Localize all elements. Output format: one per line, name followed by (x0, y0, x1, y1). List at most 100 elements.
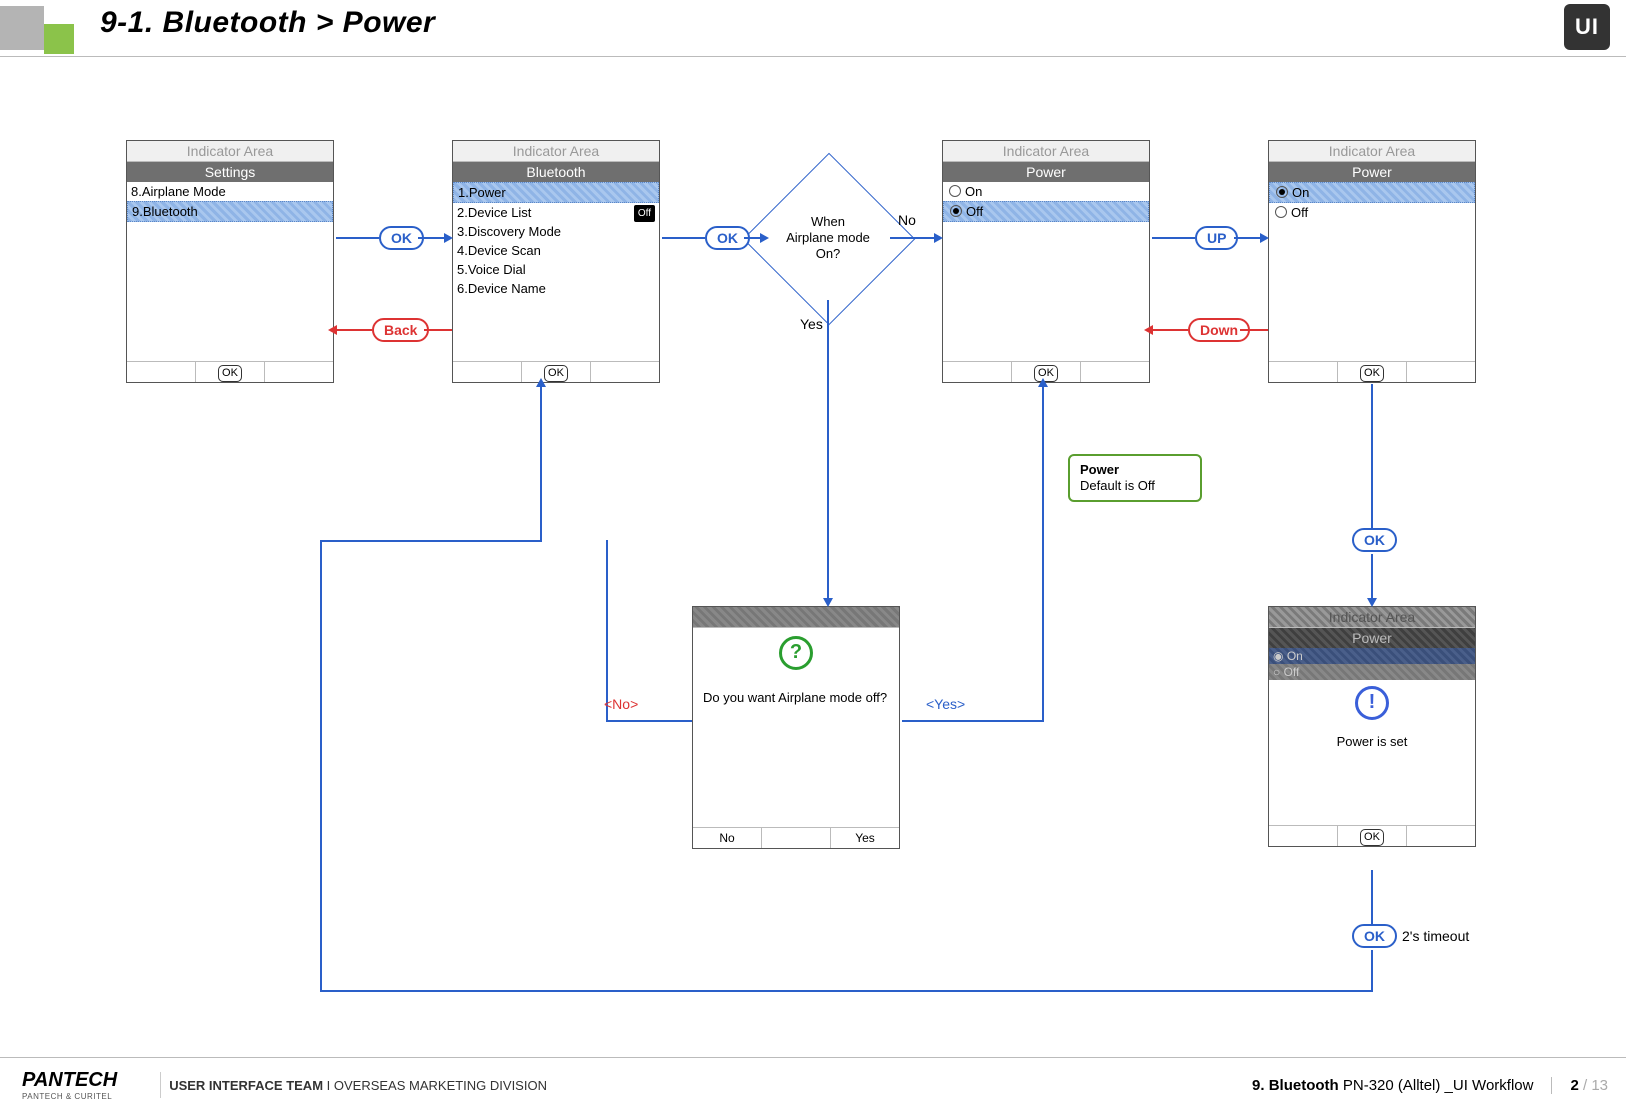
flow-line (606, 720, 692, 722)
flow-line (662, 237, 705, 239)
flow-line (320, 990, 1373, 992)
arrow-right-icon (760, 233, 769, 243)
pill-up[interactable]: UP (1195, 226, 1238, 250)
softkey-ok[interactable]: OK (1360, 365, 1384, 382)
dim-option-on: ◉ On (1269, 648, 1475, 664)
option-label: Off (966, 204, 983, 219)
pill-back[interactable]: Back (372, 318, 429, 342)
confirm-message: Power is set (1269, 734, 1475, 749)
arrow-right-icon (934, 233, 943, 243)
screen-title-dim: Power (1269, 628, 1475, 648)
answer-no: <No> (604, 696, 638, 712)
radio-option-off-selected[interactable]: Off (943, 201, 1149, 222)
arrow-up-icon (1038, 378, 1048, 387)
arrow-left-red-icon (328, 325, 337, 335)
indicator-area: Indicator Area (453, 141, 659, 162)
list-item[interactable]: 6.Device Name (453, 279, 659, 298)
flow-line (1371, 950, 1373, 990)
list-item[interactable]: 4.Device Scan (453, 241, 659, 260)
header-rule (0, 56, 1626, 57)
flow-line (1371, 870, 1373, 924)
indicator-area: Indicator Area (943, 141, 1149, 162)
list-item[interactable]: 8.Airplane Mode (127, 182, 333, 201)
status-badge-off: Off (634, 205, 655, 222)
softkey-yes[interactable]: Yes (831, 828, 899, 848)
item-label: 1.Power (458, 185, 506, 200)
list-item-selected[interactable]: 9.Bluetooth (127, 201, 333, 222)
info-icon: ! (1355, 686, 1389, 720)
timeout-label: 2's timeout (1402, 928, 1469, 944)
dialog-message: Do you want Airplane mode off? (693, 690, 899, 706)
flow-line (540, 384, 542, 542)
note-title: Power (1080, 462, 1190, 478)
ui-badge-icon: UI (1564, 4, 1610, 50)
screen-title: Bluetooth (453, 162, 659, 182)
arrow-down-icon (823, 598, 833, 607)
decision-label-yes: Yes (800, 316, 823, 332)
logo-sub: PANTECH & CURITEL (22, 1092, 117, 1101)
radio-icon (949, 185, 961, 197)
flow-line (890, 237, 936, 239)
softkey-bar: OK (1269, 362, 1475, 382)
screen-power-on: Indicator Area Power On Off OK (1268, 140, 1476, 383)
flow-line (1371, 554, 1373, 600)
radio-icon-selected (950, 205, 962, 217)
page-title: 9-1. Bluetooth > Power (100, 6, 435, 40)
softkey-ok[interactable]: OK (544, 365, 568, 382)
softkey-bar: OK (453, 362, 659, 382)
flow-line (1371, 384, 1373, 528)
answer-yes: <Yes> (926, 696, 965, 712)
flow-line-red (424, 329, 452, 331)
radio-option-on[interactable]: On (943, 182, 1149, 201)
option-label: On (1292, 185, 1309, 200)
softkey-bar: OK (1269, 826, 1475, 846)
indicator-area: Indicator Area (127, 141, 333, 162)
radio-option-on-selected[interactable]: On (1269, 182, 1475, 203)
screen-title: Settings (127, 162, 333, 182)
softkey-no[interactable]: No (693, 828, 762, 848)
radio-option-off[interactable]: Off (1269, 203, 1475, 222)
flow-line-red (336, 329, 372, 331)
screen-title: Power (943, 162, 1149, 182)
flow-line (1234, 237, 1262, 239)
screen-settings: Indicator Area Settings 8.Airplane Mode … (126, 140, 334, 383)
logo-main: PANTECH (22, 1069, 117, 1091)
flow-line (418, 237, 446, 239)
arrow-left-red-icon (1144, 325, 1153, 335)
arrow-right-icon (444, 233, 453, 243)
radio-icon (1275, 206, 1287, 218)
indicator-area: Indicator Area (1269, 141, 1475, 162)
screen-power-off: Indicator Area Power On Off OK (942, 140, 1150, 383)
screen-dialog-airplane: ? Do you want Airplane mode off? No Yes (692, 606, 900, 849)
flow-line (1042, 384, 1044, 722)
softkey-ok[interactable]: OK (1360, 829, 1384, 846)
question-icon: ? (779, 636, 813, 670)
arrow-right-icon (1260, 233, 1269, 243)
footer: PANTECH PANTECH & CURITEL USER INTERFACE… (0, 1057, 1626, 1112)
flow-line (606, 540, 608, 722)
flow-line-red (1240, 329, 1268, 331)
pill-ok[interactable]: OK (1352, 924, 1397, 948)
flow-line (320, 540, 540, 542)
pill-ok[interactable]: OK (1352, 528, 1397, 552)
flow-line (1152, 237, 1195, 239)
softkey-ok[interactable]: OK (218, 365, 242, 382)
item-label: 2.Device List (457, 205, 531, 220)
dim-option-off: ○ Off (1269, 664, 1475, 680)
list-item-selected[interactable]: 1.Power (453, 182, 659, 203)
softkey-bar: OK (127, 362, 333, 382)
footer-section: 9. Bluetooth PN-320 (Alltel) _UI Workflo… (1252, 1077, 1533, 1094)
flow-line (902, 720, 1042, 722)
indicator-area-dim: Indicator Area (1269, 607, 1475, 628)
indicator-area-dim (693, 607, 899, 628)
decision-text: When Airplane mode On? (748, 214, 908, 262)
screen-bluetooth: Indicator Area Bluetooth 1.Power 2.Devic… (452, 140, 660, 383)
screen-power-confirm: Indicator Area Power ◉ On ○ Off ! Power … (1268, 606, 1476, 847)
flow-line (336, 237, 379, 239)
list-item[interactable]: 2.Device List Off (453, 203, 659, 222)
flow-line-red (1152, 329, 1188, 331)
option-label: On (965, 184, 982, 199)
list-item[interactable]: 3.Discovery Mode (453, 222, 659, 241)
footer-divider (160, 1072, 161, 1098)
list-item[interactable]: 5.Voice Dial (453, 260, 659, 279)
